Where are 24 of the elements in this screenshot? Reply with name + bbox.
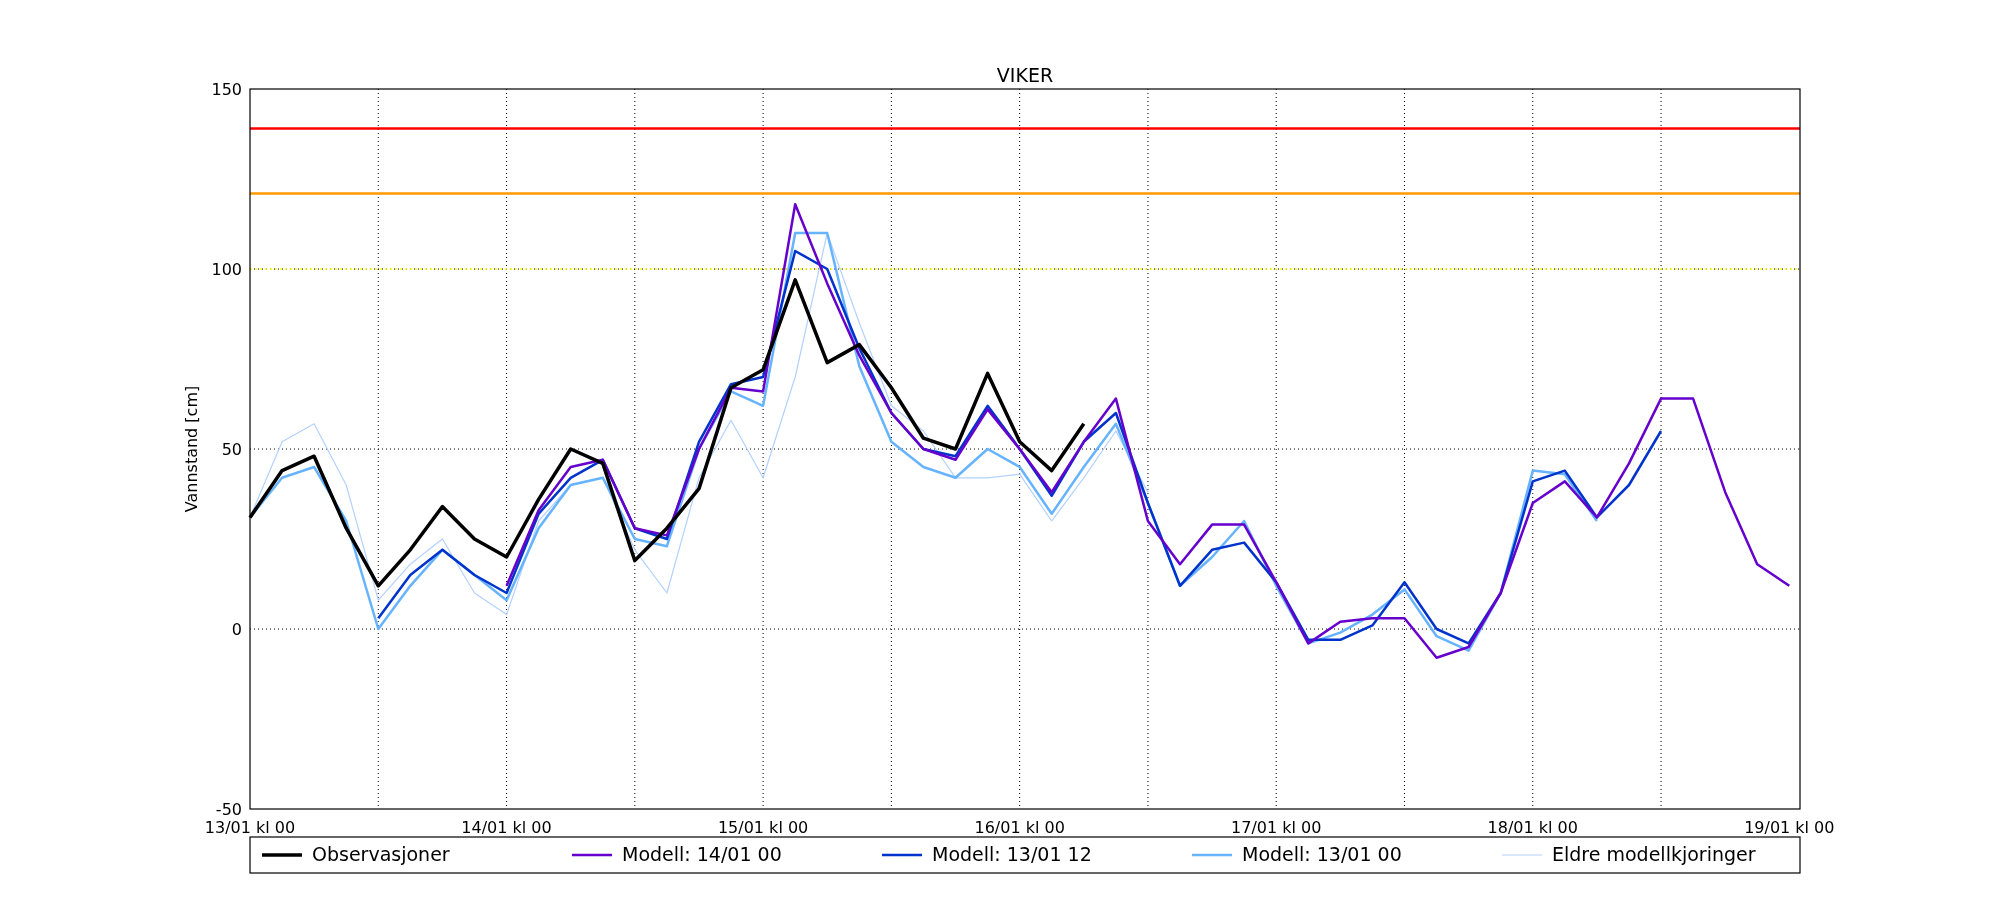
- legend-label: Eldre modellkjoringer: [1552, 843, 1756, 865]
- chart-title: VIKER: [996, 64, 1054, 86]
- y-tick-label: 0: [231, 620, 242, 639]
- legend-label: Modell: 13/01 00: [1242, 843, 1402, 865]
- y-tick-label: 50: [221, 440, 242, 459]
- legend-line: [1501, 854, 1543, 856]
- legend-label: Modell: 14/01 00: [622, 843, 782, 865]
- y-tick-label: 150: [211, 80, 242, 99]
- x-tick-label: 16/01 kl 00: [974, 818, 1065, 837]
- legend-label: Observasjoner: [312, 843, 450, 865]
- legend-line: [262, 853, 302, 857]
- x-tick-label: 19/01 kl 00: [1744, 818, 1835, 837]
- legend-label: Modell: 13/01 12: [932, 843, 1092, 865]
- legend-line: [572, 853, 612, 857]
- y-tick-label: -50: [215, 800, 242, 819]
- legend-line: [882, 853, 922, 857]
- x-tick-label: 13/01 kl 00: [204, 818, 296, 837]
- legend-line: [1192, 853, 1232, 857]
- x-tick-label: 14/01 kl 00: [461, 818, 552, 837]
- x-tick-label: 17/01 kl 00: [1231, 818, 1322, 837]
- y-axis-label: Vannstand [cm]: [182, 385, 201, 513]
- y-tick-label: 100: [211, 260, 242, 279]
- x-tick-label: 15/01 kl 00: [717, 818, 809, 837]
- x-tick-label: 18/01 kl 00: [1487, 818, 1578, 837]
